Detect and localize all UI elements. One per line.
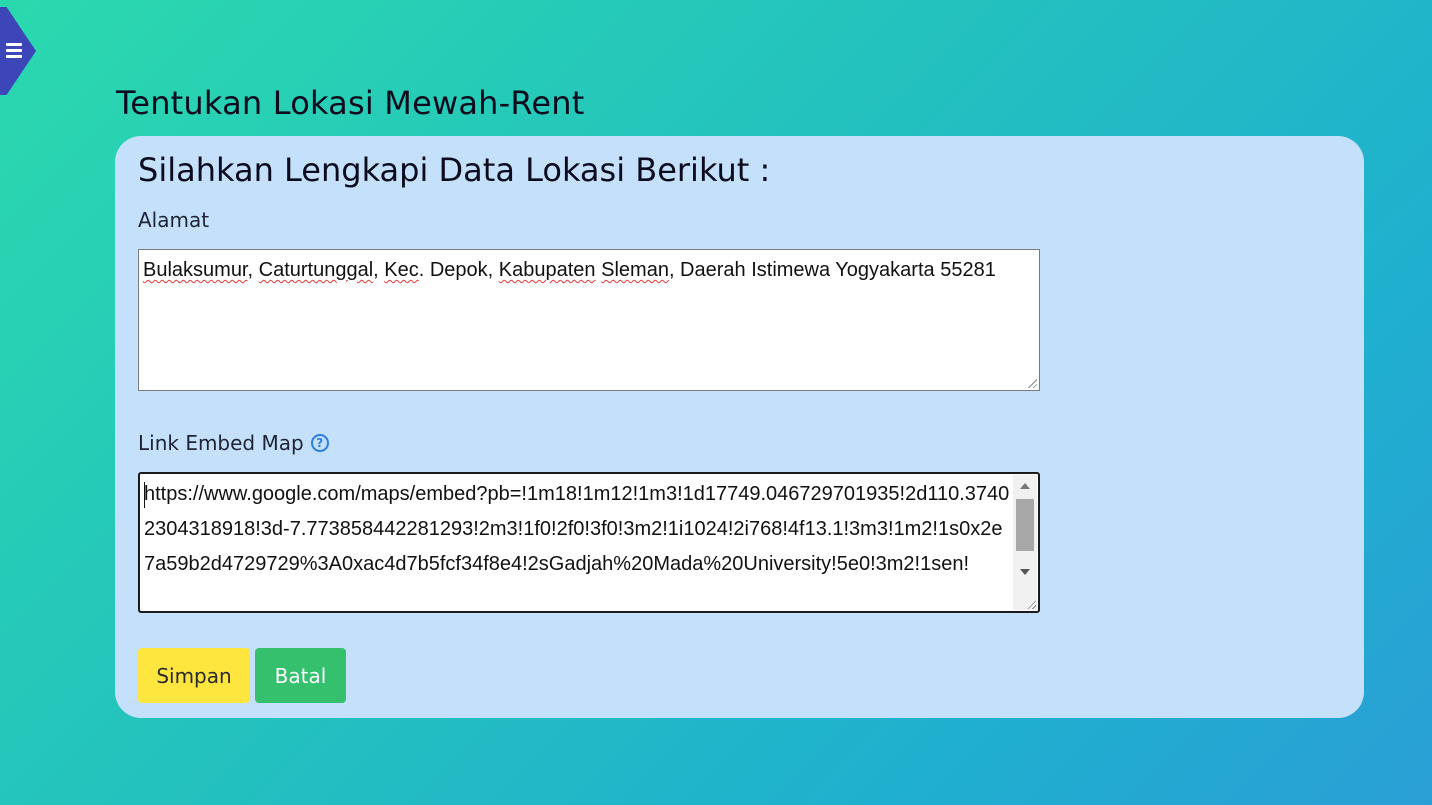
scroll-thumb[interactable] — [1016, 499, 1034, 551]
textarea-scrollbar[interactable] — [1013, 475, 1037, 610]
location-form-card: Silahkan Lengkapi Data Lokasi Berikut : … — [115, 136, 1364, 718]
scroll-up-arrow-icon[interactable] — [1020, 483, 1030, 489]
text-segment: . Depok, — [418, 259, 499, 281]
spell-word: Sleman — [601, 259, 669, 281]
scroll-down-arrow-icon[interactable] — [1020, 569, 1030, 575]
form-title: Silahkan Lengkapi Data Lokasi Berikut : — [138, 151, 771, 189]
spell-word: Kec — [384, 259, 419, 281]
alamat-label: Alamat — [138, 208, 210, 232]
link-embed-value: https://www.google.com/maps/embed?pb=!1m… — [144, 483, 1010, 575]
alamat-textarea[interactable]: Bulaksumur, Caturtunggal, Kec. Depok, Ka… — [138, 249, 1040, 391]
text-caret — [144, 482, 145, 508]
spell-word: Kabupaten — [498, 259, 596, 281]
hamburger-icon — [6, 43, 22, 59]
save-button[interactable]: Simpan — [138, 648, 250, 703]
cancel-button[interactable]: Batal — [255, 648, 346, 703]
resize-grip-icon[interactable] — [1027, 378, 1037, 388]
spell-word: Bulaksumur — [143, 259, 248, 281]
page-title: Tentukan Lokasi Mewah-Rent — [116, 84, 585, 122]
sidebar-toggle-button[interactable] — [0, 7, 36, 95]
spell-word: Caturtunggal — [258, 259, 374, 281]
link-embed-textarea[interactable]: https://www.google.com/maps/embed?pb=!1m… — [138, 472, 1040, 613]
link-embed-label: Link Embed Map — [138, 431, 304, 455]
text-segment: , Daerah Istimewa Yogyakarta 55281 — [668, 259, 996, 281]
text-segment: , — [373, 259, 385, 281]
text-segment: , — [247, 259, 259, 281]
link-embed-label-row: Link Embed Map ? — [138, 431, 329, 455]
question-circle-icon[interactable]: ? — [310, 434, 329, 452]
resize-grip-icon[interactable] — [1026, 599, 1036, 609]
